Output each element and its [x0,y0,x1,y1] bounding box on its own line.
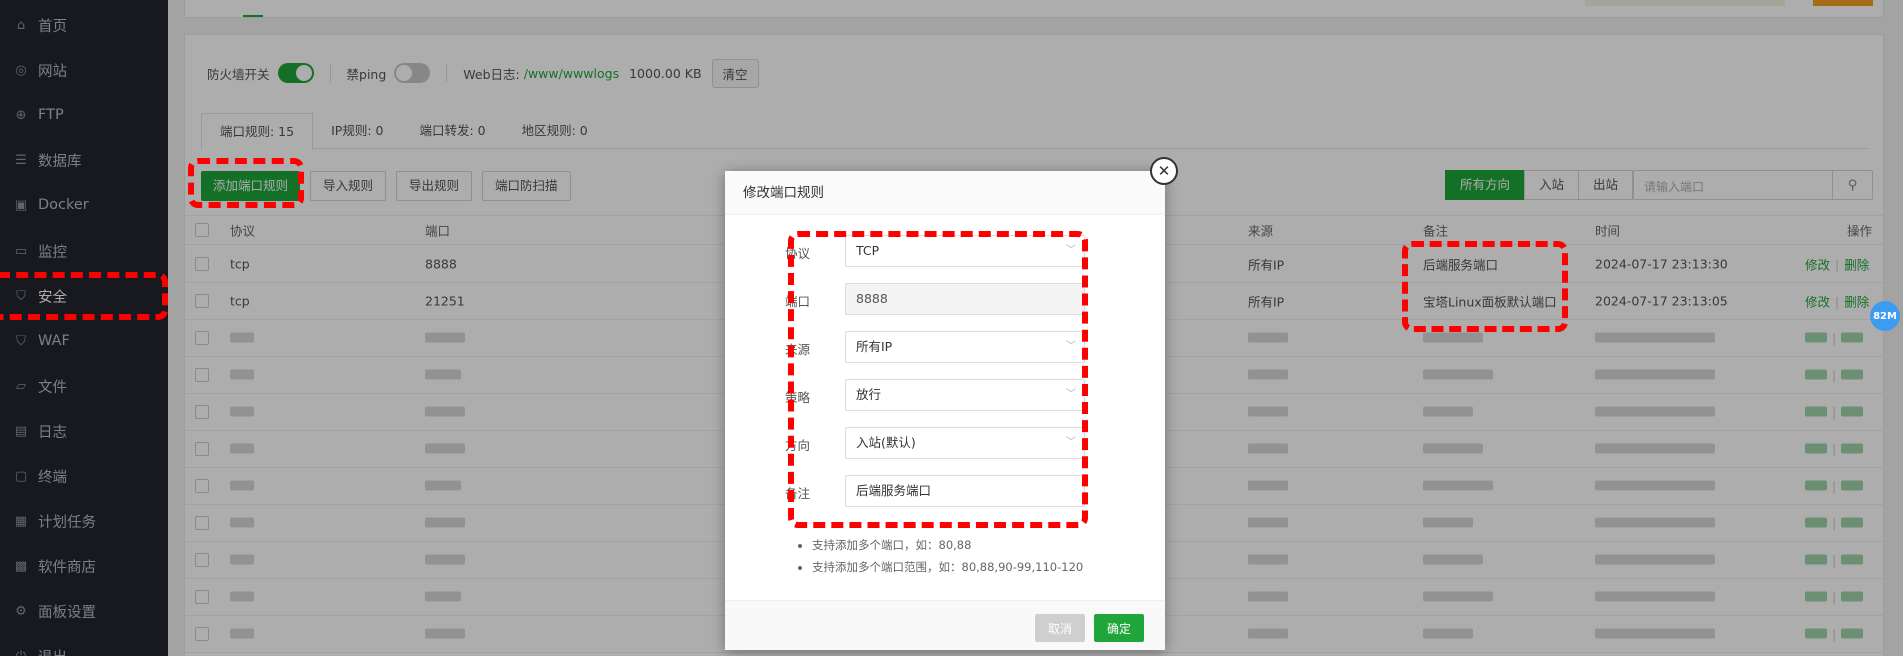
tip-item: 支持添加多个端口，如：80,88 [812,534,1083,556]
dialog-footer: 取消 确定 [725,600,1165,650]
network-speed-badge[interactable]: 82M [1870,301,1900,331]
close-icon[interactable]: ✕ [1150,157,1178,185]
annotation-note-column [1402,241,1568,332]
confirm-button[interactable]: 确定 [1094,614,1144,642]
annotation-add-rule-button [188,158,304,208]
annotation-dialog-fields [788,231,1088,528]
tip-item: 支持添加多个端口范围，如：80,88,90-99,110-120 [812,556,1083,578]
annotation-security-nav [0,272,168,320]
dialog-title: 修改端口规则 [725,171,1165,215]
cancel-button[interactable]: 取消 [1035,614,1085,642]
dialog-tips: 支持添加多个端口，如：80,88 支持添加多个端口范围，如：80,88,90-9… [804,534,1083,578]
